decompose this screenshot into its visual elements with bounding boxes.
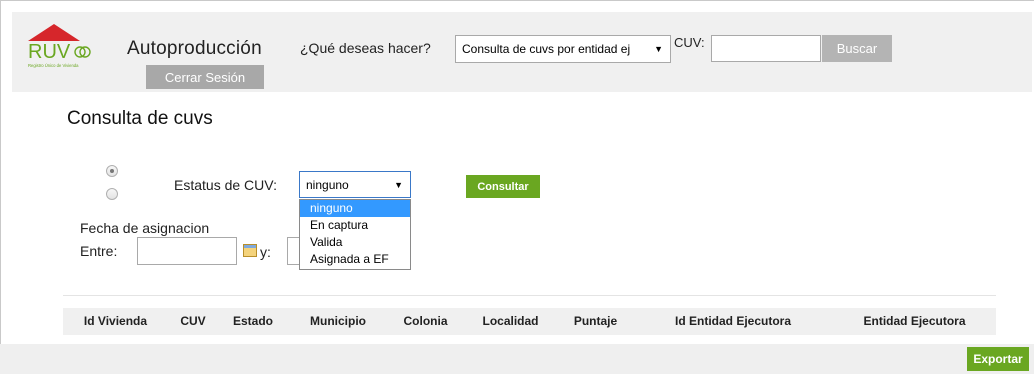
status-select[interactable]: ninguno ▼ [299, 171, 411, 198]
date-label: Fecha de asignacion [80, 220, 210, 236]
column-header-colonia[interactable]: Colonia [388, 308, 463, 335]
dropdown-arrow-icon: ▼ [654, 44, 663, 54]
search-button[interactable]: Buscar [822, 35, 892, 62]
radio-option-date[interactable] [106, 188, 118, 200]
export-button[interactable]: Exportar [967, 347, 1029, 371]
footer-bar [0, 344, 1034, 374]
cuv-label: CUV: [674, 35, 705, 50]
column-header-entidad-ejecutora[interactable]: Entidad Ejecutora [833, 308, 996, 335]
logo-subtext: Registro Único de Vivienda [28, 63, 79, 68]
column-header-id-entidad-ejecutora[interactable]: Id Entidad Ejecutora [633, 308, 833, 335]
status-select-value: ninguno [306, 177, 349, 192]
divider [63, 295, 996, 296]
ruv-logo[interactable]: RUV Registro Único de Vivienda [22, 22, 104, 72]
app-title: Autoproducción [127, 38, 262, 59]
status-option[interactable]: En captura [300, 217, 410, 234]
logo-text: RUV [28, 41, 71, 63]
date-from-input[interactable] [137, 237, 237, 265]
calendar-icon[interactable] [243, 244, 257, 257]
action-select[interactable]: Consulta de cuvs por entidad ej ▼ [455, 35, 671, 63]
page-title: Consulta de cuvs [67, 108, 213, 129]
dropdown-arrow-icon: ▼ [394, 179, 403, 190]
column-header-puntaje[interactable]: Puntaje [558, 308, 633, 335]
between-label: Entre: [80, 243, 118, 259]
action-select-value: Consulta de cuvs por entidad ej [462, 42, 631, 56]
status-option[interactable]: Valida [300, 234, 410, 251]
status-dropdown-list: ninguno En captura Valida Asignada a EF [299, 199, 411, 270]
logout-button[interactable]: Cerrar Sesión [146, 65, 264, 89]
status-option[interactable]: ninguno [300, 200, 410, 217]
consult-button[interactable]: Consultar [466, 175, 540, 198]
column-header-cuv[interactable]: CUV [168, 308, 218, 335]
cuv-input[interactable] [711, 35, 821, 62]
status-option[interactable]: Asignada a EF [300, 251, 410, 268]
radio-option-status[interactable] [106, 165, 118, 177]
and-label: y: [260, 244, 271, 260]
column-header-localidad[interactable]: Localidad [463, 308, 558, 335]
column-header-municipio[interactable]: Municipio [288, 308, 388, 335]
results-table-header: Id Vivienda CUV Estado Municipio Colonia… [63, 308, 996, 335]
column-header-id-vivienda[interactable]: Id Vivienda [63, 308, 168, 335]
column-header-estado[interactable]: Estado [218, 308, 288, 335]
status-label: Estatus de CUV: [174, 177, 277, 193]
date-to-input[interactable] [287, 237, 299, 265]
action-question-label: ¿Qué deseas hacer? [300, 40, 431, 56]
